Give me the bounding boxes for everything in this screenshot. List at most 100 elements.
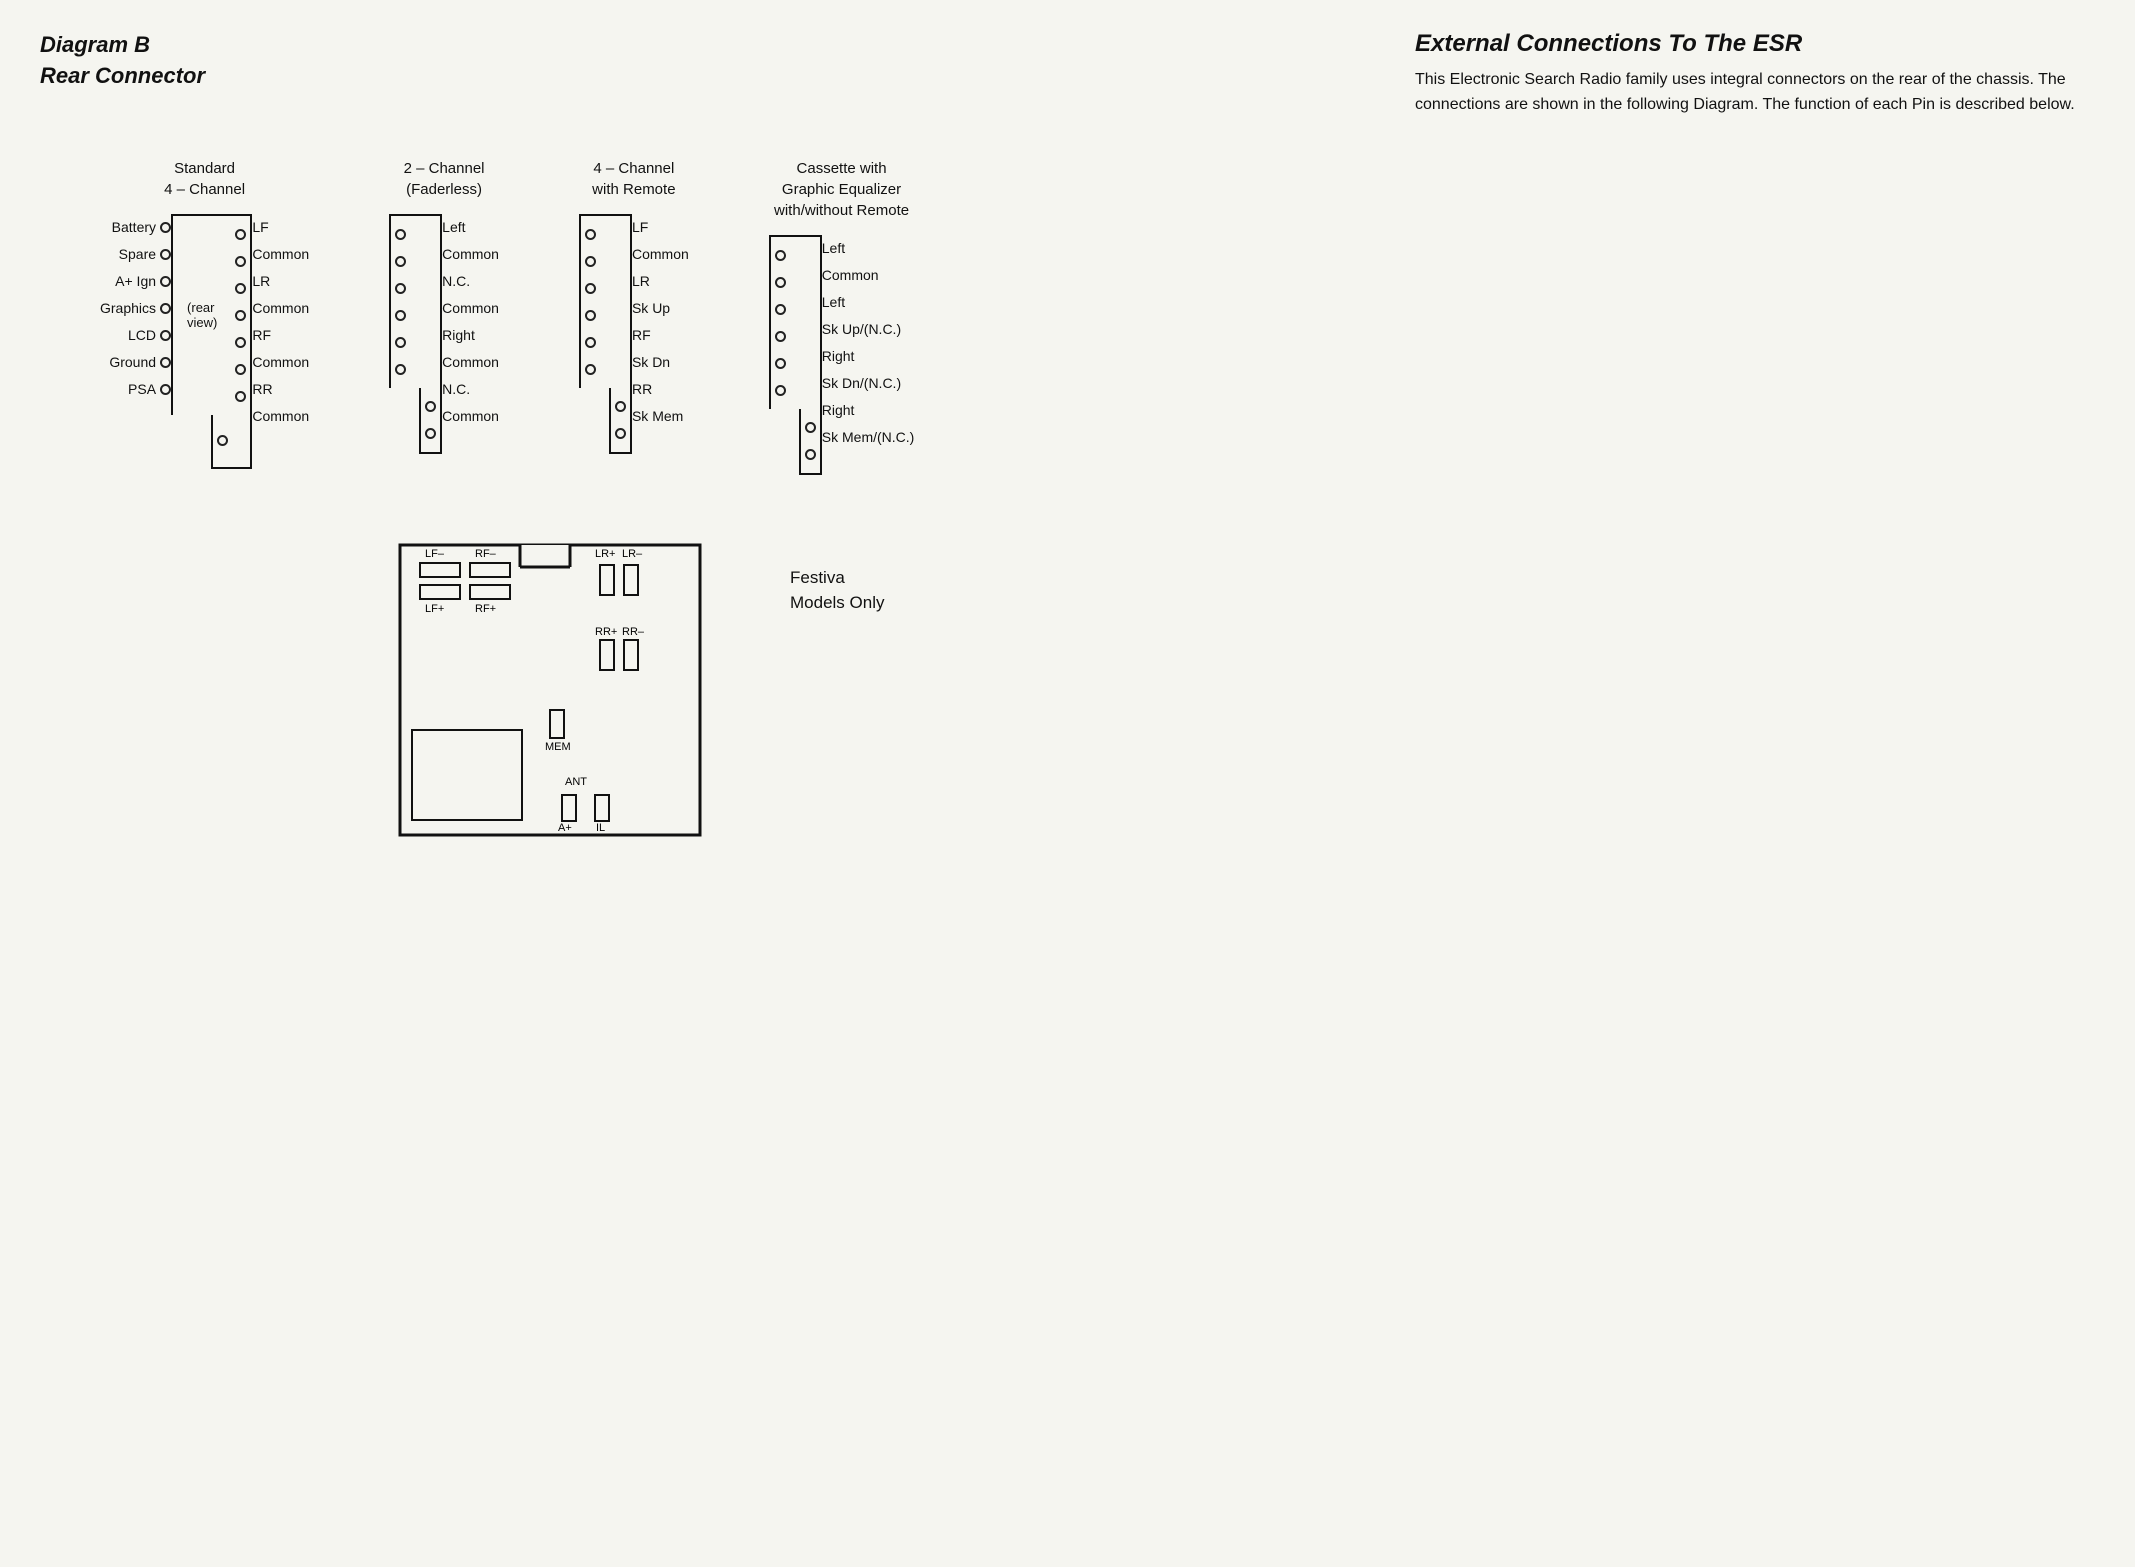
2ch-right-labels: Left Common N.C. Common Right Common N.C… xyxy=(442,214,499,454)
circle-item xyxy=(771,242,790,269)
circle-item xyxy=(231,383,250,410)
list-item: Common xyxy=(442,241,499,268)
circle-item xyxy=(581,275,600,302)
circle-item xyxy=(391,329,410,356)
circle-icon xyxy=(395,256,406,267)
connector-diagrams: Standard4 – Channel Battery Spare A+ Ign xyxy=(100,158,2095,475)
list-item: Left xyxy=(442,214,465,241)
cassette-box-bottom xyxy=(799,409,822,475)
circle-icon xyxy=(425,428,436,439)
svg-text:LF–: LF– xyxy=(425,548,445,560)
circle-item xyxy=(231,221,250,248)
circle-item xyxy=(581,221,600,248)
svg-text:MEM: MEM xyxy=(545,741,571,753)
2ch-circles xyxy=(391,216,410,388)
circle-item xyxy=(771,350,790,377)
diagram-title: Diagram B Rear Connector xyxy=(40,30,205,118)
list-item: Right xyxy=(822,397,855,424)
4ch-circles xyxy=(581,216,600,388)
circle-item xyxy=(391,356,410,383)
circle-item xyxy=(213,427,232,454)
cassette-connector: Cassette withGraphic Equalizerwith/witho… xyxy=(769,158,915,475)
4ch-box-bottom xyxy=(609,388,632,454)
circle-icon xyxy=(585,364,596,375)
circle-item xyxy=(391,275,410,302)
circle-icon xyxy=(585,256,596,267)
list-item: Common xyxy=(252,349,309,376)
list-item: RR xyxy=(632,376,652,403)
2ch-box-bottom xyxy=(419,388,442,454)
circle-icon xyxy=(585,337,596,348)
2ch-title: 2 – Channel(Faderless) xyxy=(404,158,485,200)
list-item: LF xyxy=(632,214,648,241)
list-item: Sk Dn xyxy=(632,349,670,376)
svg-text:IL: IL xyxy=(596,822,605,834)
circle-item xyxy=(801,441,820,468)
circle-item xyxy=(581,248,600,275)
circle-icon xyxy=(615,428,626,439)
std4-body: Battery Spare A+ Ign Graphics xyxy=(100,214,309,469)
std4-center-note: (rearview) xyxy=(173,216,231,415)
std4-left-labels: Battery Spare A+ Ign Graphics xyxy=(100,214,171,469)
svg-text:LR+: LR+ xyxy=(595,548,616,560)
circle-icon xyxy=(775,277,786,288)
circle-item xyxy=(391,221,410,248)
circle-icon xyxy=(775,250,786,261)
2ch-box-top xyxy=(389,214,442,388)
list-item: LR xyxy=(632,268,650,295)
cassette-right-labels: Left Common Left Sk Up/(N.C.) Right Sk D… xyxy=(822,235,915,475)
circle-item xyxy=(771,323,790,350)
list-item: Common xyxy=(822,262,879,289)
std4-connector: Standard4 – Channel Battery Spare A+ Ign xyxy=(100,158,309,469)
circle-item xyxy=(421,393,440,420)
circle-icon xyxy=(235,310,246,321)
svg-text:A+: A+ xyxy=(558,822,572,834)
std4-box-wrapper: (rearview) xyxy=(171,214,252,469)
circle-icon xyxy=(805,449,816,460)
circle-icon xyxy=(395,229,406,240)
festiva-section: LF– RF– LF+ RF+ LR+ LR– RR+ RR– MEM ANT xyxy=(40,535,2095,859)
festiva-svg: LF– RF– LF+ RF+ LR+ LR– RR+ RR– MEM ANT xyxy=(390,535,730,855)
circle-item xyxy=(581,329,600,356)
circle-item xyxy=(421,420,440,447)
svg-text:RR+: RR+ xyxy=(595,626,617,638)
list-item: A+ Ign xyxy=(115,268,171,295)
list-item: N.C. xyxy=(442,268,470,295)
list-item: RF xyxy=(252,322,271,349)
circle-item xyxy=(611,420,630,447)
page-header: Diagram B Rear Connector External Connec… xyxy=(40,30,2095,118)
festiva-label: FestivaModels Only xyxy=(790,535,884,616)
std4-bottom-circles xyxy=(213,415,232,467)
circle-icon xyxy=(160,357,171,368)
list-item: Ground xyxy=(109,349,171,376)
list-item: Left xyxy=(822,235,845,262)
list-item: Common xyxy=(632,241,689,268)
2ch-body: Left Common N.C. Common Right Common N.C… xyxy=(389,214,499,454)
std4-title: Standard4 – Channel xyxy=(164,158,245,200)
list-item: RF xyxy=(632,322,651,349)
circle-icon xyxy=(425,401,436,412)
diagram-label: Diagram B Rear Connector xyxy=(40,30,205,92)
4ch-box-top xyxy=(579,214,632,388)
circle-item xyxy=(801,414,820,441)
circle-icon xyxy=(217,435,228,446)
svg-text:LF+: LF+ xyxy=(425,603,444,615)
4ch-box-wrapper xyxy=(579,214,632,454)
list-item: Sk Dn/(N.C.) xyxy=(822,370,901,397)
svg-text:RF+: RF+ xyxy=(475,603,496,615)
circle-icon xyxy=(160,249,171,260)
list-item: Spare xyxy=(119,241,171,268)
circle-icon xyxy=(235,364,246,375)
circle-item xyxy=(231,275,250,302)
circle-icon xyxy=(160,276,171,287)
list-item: N.C. xyxy=(442,376,470,403)
cassette-title: Cassette withGraphic Equalizerwith/witho… xyxy=(774,158,909,221)
circle-icon xyxy=(160,330,171,341)
circle-icon xyxy=(775,331,786,342)
list-item: Common xyxy=(252,241,309,268)
festiva-diagram: LF– RF– LF+ RF+ LR+ LR– RR+ RR– MEM ANT xyxy=(390,535,730,859)
circle-item xyxy=(391,248,410,275)
circle-icon xyxy=(160,303,171,314)
svg-text:RF–: RF– xyxy=(475,548,497,560)
list-item: LF xyxy=(252,214,268,241)
